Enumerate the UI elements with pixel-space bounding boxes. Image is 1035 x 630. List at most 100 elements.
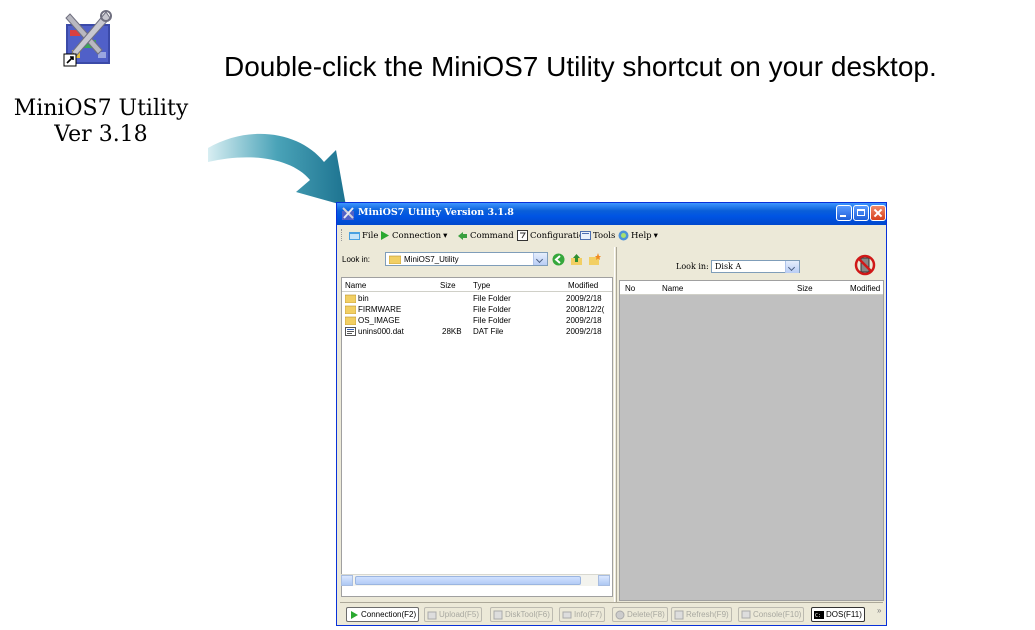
title-bar[interactable]: MiniOS7 Utility Version 3.1.8 — [337, 203, 886, 225]
file-modified: 2009/2/18 — [566, 294, 602, 303]
local-list-header: Name Size Type Modified — [342, 278, 612, 292]
miniOS7-utility-tools-icon[interactable] — [62, 10, 114, 70]
column-header-modified[interactable]: Modified — [568, 281, 598, 290]
console-button[interactable]: Console(F10) — [738, 607, 805, 622]
menu-tools[interactable]: Tools — [580, 229, 615, 242]
menu-help-label: Help — [631, 230, 652, 241]
disktool-button[interactable]: DiskTool(F6) — [490, 607, 553, 622]
device-look-in-value: Disk A — [715, 262, 742, 271]
column-header-modified[interactable]: Modified — [850, 284, 880, 293]
help-icon — [618, 230, 629, 241]
back-icon[interactable] — [552, 253, 565, 266]
up-folder-icon[interactable] — [570, 253, 583, 266]
maximize-button[interactable] — [853, 205, 869, 221]
toolbar-grip[interactable] — [341, 229, 345, 241]
list-item[interactable]: bin File Folder 2009/2/18 — [342, 293, 612, 304]
info-icon — [562, 611, 572, 618]
chevron-down-icon[interactable] — [785, 261, 799, 273]
dos-button-label: DOS(F11) — [826, 610, 862, 619]
minimize-button[interactable] — [836, 205, 852, 221]
shortcut-label-version: Ver 3.18 — [54, 122, 148, 147]
device-look-in-bar: Look in: Disk A — [618, 248, 884, 278]
column-header-type[interactable]: Type — [473, 281, 490, 290]
scrollbar-thumb[interactable] — [355, 576, 581, 585]
column-header-no[interactable]: No — [625, 284, 635, 293]
list-item[interactable]: unins000.dat 28KB DAT File 2009/2/18 — [342, 326, 612, 337]
menu-help[interactable]: Help ▾ — [618, 229, 658, 242]
info-button-label: Info(F7) — [574, 610, 603, 619]
local-file-list[interactable]: Name Size Type Modified bin File Folder … — [341, 277, 613, 597]
device-file-list[interactable]: No Name Size Modified — [619, 280, 884, 601]
menu-configuration[interactable]: Configuration — [517, 229, 590, 242]
play-icon — [351, 610, 358, 619]
refresh-button[interactable]: Refresh(F9) — [671, 607, 732, 622]
file-name: unins000.dat — [358, 327, 404, 336]
delete-button[interactable]: Delete(F8) — [612, 607, 668, 622]
disconnected-icon — [854, 254, 876, 276]
shortcut-label-name: MiniOS7 Utility — [13, 96, 189, 121]
dos-icon: C: — [814, 610, 824, 619]
toolbar-overflow-chevron-icon[interactable]: » — [877, 606, 881, 615]
delete-icon — [615, 610, 625, 619]
config-icon — [517, 230, 528, 241]
menu-connection[interactable]: Connection ▾ — [379, 229, 447, 242]
folder-icon — [345, 294, 356, 303]
local-look-in-label: Look in: — [342, 255, 371, 264]
menu-command[interactable]: Command — [457, 229, 514, 242]
file-type: File Folder — [473, 305, 511, 314]
shortcut-label: MiniOS7 Utility Ver 3.18 — [6, 96, 196, 148]
column-header-name[interactable]: Name — [345, 281, 366, 290]
scroll-right-button[interactable] — [598, 575, 610, 586]
menu-connection-label: Connection — [392, 230, 442, 241]
close-button[interactable] — [870, 205, 886, 221]
chevron-down-icon: ▾ — [653, 230, 658, 241]
curved-arrow-icon — [208, 133, 346, 206]
device-look-in-select[interactable]: Disk A — [711, 260, 800, 273]
svg-text:C:: C: — [815, 613, 821, 619]
refresh-icon — [674, 610, 684, 619]
chevron-down-icon[interactable] — [533, 253, 547, 265]
delete-button-label: Delete(F8) — [627, 610, 665, 619]
dat-file-icon — [345, 327, 356, 336]
list-item[interactable]: FIRMWARE File Folder 2008/12/2( — [342, 304, 612, 315]
list-item[interactable]: OS_IMAGE File Folder 2009/2/18 — [342, 315, 612, 326]
upload-button-label: Upload(F5) — [439, 610, 480, 619]
column-header-name[interactable]: Name — [662, 284, 683, 293]
command-icon — [458, 232, 467, 240]
desktop-shortcut[interactable]: MiniOS7 Utility Ver 3.18 — [0, 0, 210, 160]
file-name: bin — [358, 294, 369, 303]
local-horizontal-scrollbar[interactable] — [341, 574, 610, 586]
console-button-label: Console(F10) — [753, 610, 802, 619]
menu-command-label: Command — [470, 230, 514, 241]
upload-button[interactable]: Upload(F5) — [424, 607, 483, 622]
chevron-down-icon: ▾ — [443, 230, 448, 241]
window-title: MiniOS7 Utility Version 3.1.8 — [358, 207, 514, 218]
file-name: OS_IMAGE — [358, 316, 400, 325]
column-header-size[interactable]: Size — [797, 284, 813, 293]
miniOS7-utility-window: MiniOS7 Utility Version 3.1.8 File Conne… — [336, 202, 887, 626]
console-icon — [741, 610, 751, 618]
play-icon — [381, 231, 389, 240]
folder-icon — [345, 316, 356, 325]
connection-button[interactable]: Connection(F2) — [346, 607, 420, 622]
menu-tools-label: Tools — [593, 230, 616, 241]
file-type: File Folder — [473, 294, 511, 303]
file-size: 28KB — [442, 327, 462, 336]
folder-icon — [345, 305, 356, 314]
scroll-left-button[interactable] — [341, 575, 353, 586]
dos-button[interactable]: C: DOS(F11) — [811, 607, 865, 622]
file-type: File Folder — [473, 316, 511, 325]
function-key-bar: Connection(F2) Upload(F5) DiskTool(F6) I… — [337, 605, 886, 625]
pane-splitter[interactable] — [614, 247, 617, 602]
folder-icon — [389, 255, 401, 264]
device-look-in-label: Look in: — [676, 262, 709, 271]
info-button[interactable]: Info(F7) — [559, 607, 606, 622]
column-header-size[interactable]: Size — [440, 281, 456, 290]
upload-icon — [427, 611, 437, 619]
menu-file[interactable]: File — [349, 229, 378, 242]
device-list-header: No Name Size Modified — [620, 281, 883, 295]
new-folder-icon[interactable] — [588, 253, 601, 266]
local-look-in-value: MiniOS7_Utility — [404, 255, 459, 264]
file-type: DAT File — [473, 327, 504, 336]
local-look-in-select[interactable]: MiniOS7_Utility — [385, 252, 548, 266]
